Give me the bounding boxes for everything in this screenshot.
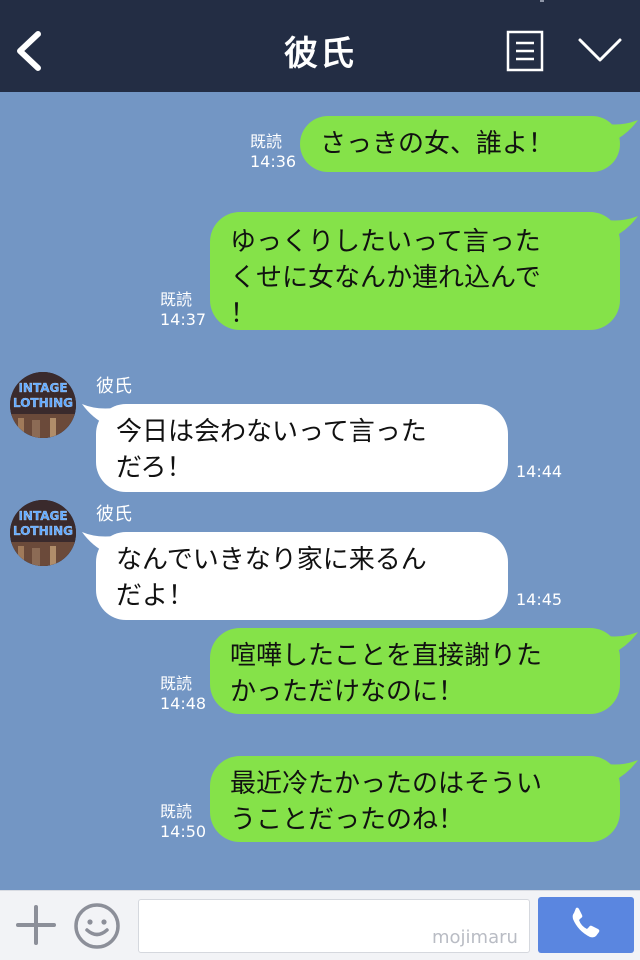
message-meta: 既読 14:36 <box>250 132 296 172</box>
message-time: 14:36 <box>250 152 297 171</box>
avatar-image: INTAGE LOTHING <box>10 500 76 566</box>
read-receipt: 既読 <box>160 674 193 693</box>
avatar-sign-line1: INTAGE <box>18 381 67 395</box>
bubble-tail <box>606 120 638 142</box>
read-receipt: 既読 <box>160 290 193 309</box>
message-bubble[interactable]: 今日は会わないって言った だろ！ <box>96 404 508 492</box>
list-menu-icon <box>506 30 544 72</box>
sender-name: 彼氏 <box>96 504 132 525</box>
smiley-icon <box>74 903 120 949</box>
message-time: 14:50 <box>160 822 207 841</box>
message-meta: 既読 14:50 <box>160 802 206 842</box>
message-list[interactable]: 既読 14:36 さっきの女、誰よ！ 既読 14:37 ゆっくりしたいって言った… <box>0 92 640 890</box>
chat-header: 彼氏 <box>0 0 640 92</box>
message-time: 14:44 <box>516 462 563 481</box>
plus-icon <box>16 905 56 945</box>
avatar-sign-line1: INTAGE <box>18 509 67 523</box>
message-bubble[interactable]: 最近冷たかったのはそうい うことだったのね！ <box>210 756 620 842</box>
bubble-tail <box>606 632 638 654</box>
avatar-image: INTAGE LOTHING <box>10 372 76 438</box>
bubble-tail <box>606 216 638 238</box>
bubble-tail <box>606 760 638 782</box>
call-button[interactable] <box>538 897 634 953</box>
message-bubble[interactable]: さっきの女、誰よ！ <box>300 116 620 172</box>
message-time: 14:37 <box>160 310 207 329</box>
message-meta: 既読 14:37 <box>160 290 206 330</box>
message-time: 14:45 <box>516 590 563 609</box>
watermark: mojimaru <box>432 927 518 948</box>
message-meta: 既読 14:48 <box>160 674 206 714</box>
sender-name: 彼氏 <box>96 376 132 397</box>
message-time: 14:48 <box>160 694 207 713</box>
chevron-down-icon <box>578 38 622 62</box>
avatar[interactable]: INTAGE LOTHING <box>10 372 76 438</box>
add-attachment-button[interactable] <box>14 903 58 947</box>
emoji-button[interactable] <box>72 901 122 951</box>
message-bubble[interactable]: 喧嘩したことを直接謝りた かっただけなのに！ <box>210 628 620 714</box>
phone-icon <box>572 907 600 938</box>
message-bubble[interactable]: なんでいきなり家に来るん だよ！ <box>96 532 508 620</box>
avatar[interactable]: INTAGE LOTHING <box>10 500 76 566</box>
chat-title: 彼氏 <box>284 34 356 74</box>
read-receipt: 既読 <box>250 132 283 151</box>
composer-bar: mojimaru <box>0 890 640 960</box>
read-receipt: 既読 <box>160 802 193 821</box>
avatar-sign-line2: LOTHING <box>13 524 73 538</box>
collapse-button[interactable] <box>574 30 626 70</box>
status-bar-fragment <box>540 0 544 2</box>
message-bubble[interactable]: ゆっくりしたいって言った くせに女なんか連れ込んで ！ <box>210 212 620 330</box>
avatar-sign-line2: LOTHING <box>13 396 73 410</box>
menu-button[interactable] <box>506 30 544 72</box>
